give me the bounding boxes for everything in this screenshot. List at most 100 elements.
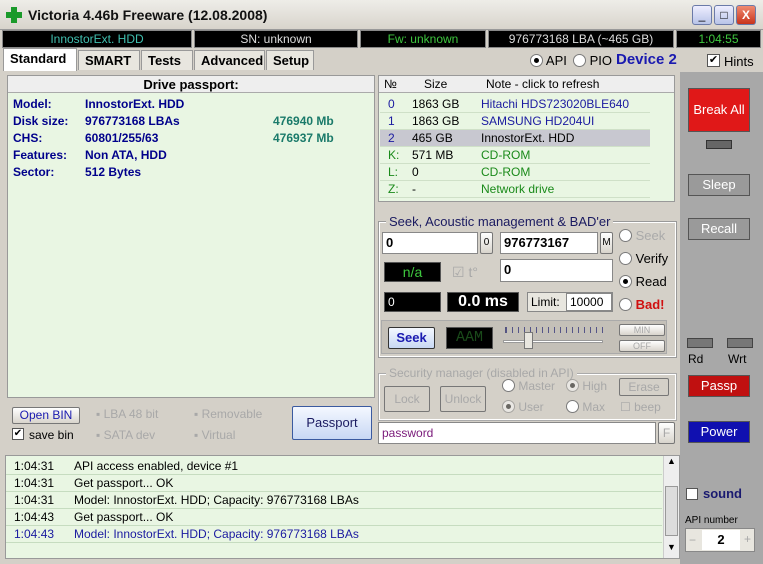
col-note: Note - click to refresh <box>486 77 600 91</box>
scroll-up-icon[interactable]: ▲ <box>664 456 679 471</box>
passport-value: 60801/255/63 <box>85 131 159 145</box>
drive-note: Network drive <box>481 182 555 196</box>
decrement-button[interactable]: − <box>689 533 696 547</box>
password-input[interactable]: password <box>378 422 656 444</box>
password-file-button[interactable]: F <box>658 422 675 444</box>
mode-radio-read[interactable]: Read <box>619 274 667 289</box>
seek-button[interactable]: Seek <box>388 327 435 349</box>
drive-note: SAMSUNG HD204UI <box>481 114 595 128</box>
drive-size: 571 MB <box>412 148 454 162</box>
aam-off-button[interactable]: OFF <box>619 340 665 352</box>
drive-size: - <box>412 182 416 196</box>
drive-note: CD-ROM <box>481 165 531 179</box>
tab-standard[interactable]: Standard <box>3 48 77 71</box>
aam-slider-thumb[interactable] <box>524 332 533 349</box>
mode-radio-bad[interactable]: Bad! <box>619 297 665 312</box>
seek-group-title: Seek, Acoustic management & BAD'er <box>386 214 614 229</box>
break-indicator <box>706 140 732 149</box>
drive-row[interactable]: 1 1863 GB SAMSUNG HD204UI <box>380 113 650 130</box>
beep-checkbox: ☐ beep <box>620 400 661 414</box>
master-radio: Master <box>502 379 555 393</box>
power-button[interactable]: Power <box>688 421 750 443</box>
status-firmware: Fw: unknown <box>360 30 486 48</box>
tab-setup[interactable]: Setup <box>266 50 314 70</box>
hints-checkbox[interactable]: ✔ <box>707 54 720 67</box>
aam-min-button[interactable]: MIN <box>619 324 665 336</box>
start-lba-input[interactable]: 0 <box>382 232 478 254</box>
save-bin-checkbox[interactable]: ✔ <box>12 428 24 440</box>
lock-button: Lock <box>384 386 430 412</box>
user-label: User <box>518 400 544 414</box>
log-scrollbar[interactable]: ▲ ▼ <box>663 456 679 558</box>
api-number-value[interactable]: 2 <box>702 530 740 550</box>
break-all-button[interactable]: Break All <box>688 88 750 132</box>
max-label: Max <box>582 400 606 414</box>
limit-box: Limit: 10000 <box>527 292 613 312</box>
passport-value: 976773168 LBAs <box>85 114 180 128</box>
tab-tests[interactable]: Tests <box>141 50 193 70</box>
end-max-button[interactable]: M <box>600 232 613 254</box>
block-field[interactable]: 0 <box>500 259 613 282</box>
close-button[interactable]: X <box>736 5 756 25</box>
scroll-thumb[interactable] <box>665 486 678 536</box>
window-title: Victoria 4.46b Freeware (12.08.2008) <box>28 7 268 23</box>
end-lba-input[interactable]: 976773167 <box>500 232 598 254</box>
drive-size: 465 GB <box>412 131 453 145</box>
api-radio[interactable]: API <box>530 53 567 68</box>
user-radio: User <box>502 400 544 414</box>
drive-row[interactable]: Z: - Network drive <box>380 181 650 198</box>
passport-header: Drive passport: <box>8 76 374 93</box>
drive-row[interactable]: 0 1863 GB Hitachi HDS723020BLE640 <box>380 96 650 113</box>
sound-checkbox[interactable] <box>686 488 698 500</box>
removable-label: Removable <box>201 407 263 421</box>
temperature-checkbox: ☑ t° <box>452 264 478 280</box>
log-time: 1:04:31 <box>14 459 55 473</box>
drive-row[interactable]: L: 0 CD-ROM <box>380 164 650 181</box>
log-entry: 1:04:31 API access enabled, device #1 <box>6 458 662 475</box>
tab-advanced[interactable]: Advanced <box>194 50 265 70</box>
max-radio: Max <box>566 400 605 414</box>
passp-button[interactable]: Passp <box>688 375 750 397</box>
log-time: 1:04:43 <box>14 510 55 524</box>
mode-radio-verify[interactable]: Verify <box>619 251 668 266</box>
sound-label: sound <box>703 486 742 501</box>
sata-checkbox: ▪ SATA dev <box>96 428 156 442</box>
write-label: Wrt <box>728 352 747 366</box>
minimize-button[interactable]: _ <box>692 5 712 25</box>
open-bin-button[interactable]: Open BIN <box>12 407 80 424</box>
scroll-down-icon[interactable]: ▼ <box>664 542 679 557</box>
api-number-label: API number <box>685 515 738 526</box>
api-number-spinner[interactable]: − 2 + <box>685 528 755 552</box>
drive-number: K: <box>388 148 400 162</box>
drive-row[interactable]: K: 571 MB CD-ROM <box>380 147 650 164</box>
sata-label: SATA dev <box>103 428 156 442</box>
drive-number: Z: <box>388 182 399 196</box>
maximize-button[interactable]: □ <box>714 5 734 25</box>
high-radio: High <box>566 379 607 393</box>
col-size: Size <box>424 77 448 91</box>
drive-number: 1 <box>388 114 395 128</box>
passport-button[interactable]: Passport <box>292 406 372 440</box>
increment-button[interactable]: + <box>744 532 751 546</box>
aam-slider-ticks <box>505 327 603 333</box>
drive-size: 1863 GB <box>412 114 460 128</box>
beep-label: beep <box>634 400 661 414</box>
mode-label: Bad! <box>635 297 665 312</box>
tab-smart[interactable]: SMART <box>78 50 140 70</box>
aam-slider-track[interactable] <box>503 340 603 343</box>
limit-input[interactable]: 10000 <box>566 293 612 311</box>
side-panel: Break All Sleep Recall Rd Wrt Passp Powe… <box>680 72 763 564</box>
drive-row[interactable]: 2 465 GB InnostorExt. HDD <box>380 130 650 147</box>
log-entry: 1:04:31 Model: InnostorExt. HDD; Capacity… <box>6 492 662 509</box>
sleep-button[interactable]: Sleep <box>688 174 750 196</box>
pio-label: PIO <box>589 53 613 68</box>
pio-radio[interactable]: PIO <box>573 53 612 68</box>
passport-value: 512 Bytes <box>85 165 142 179</box>
device-label: Device 2 <box>616 51 677 68</box>
log-text: Get passport... OK <box>74 476 174 490</box>
passport-label: CHS: <box>13 131 43 145</box>
recall-button[interactable]: Recall <box>688 218 750 240</box>
start-zero-button[interactable]: 0 <box>480 232 493 254</box>
log-entry: 1:04:43 Get passport... OK <box>6 509 662 526</box>
mode-radio-seek[interactable]: Seek <box>619 228 665 243</box>
